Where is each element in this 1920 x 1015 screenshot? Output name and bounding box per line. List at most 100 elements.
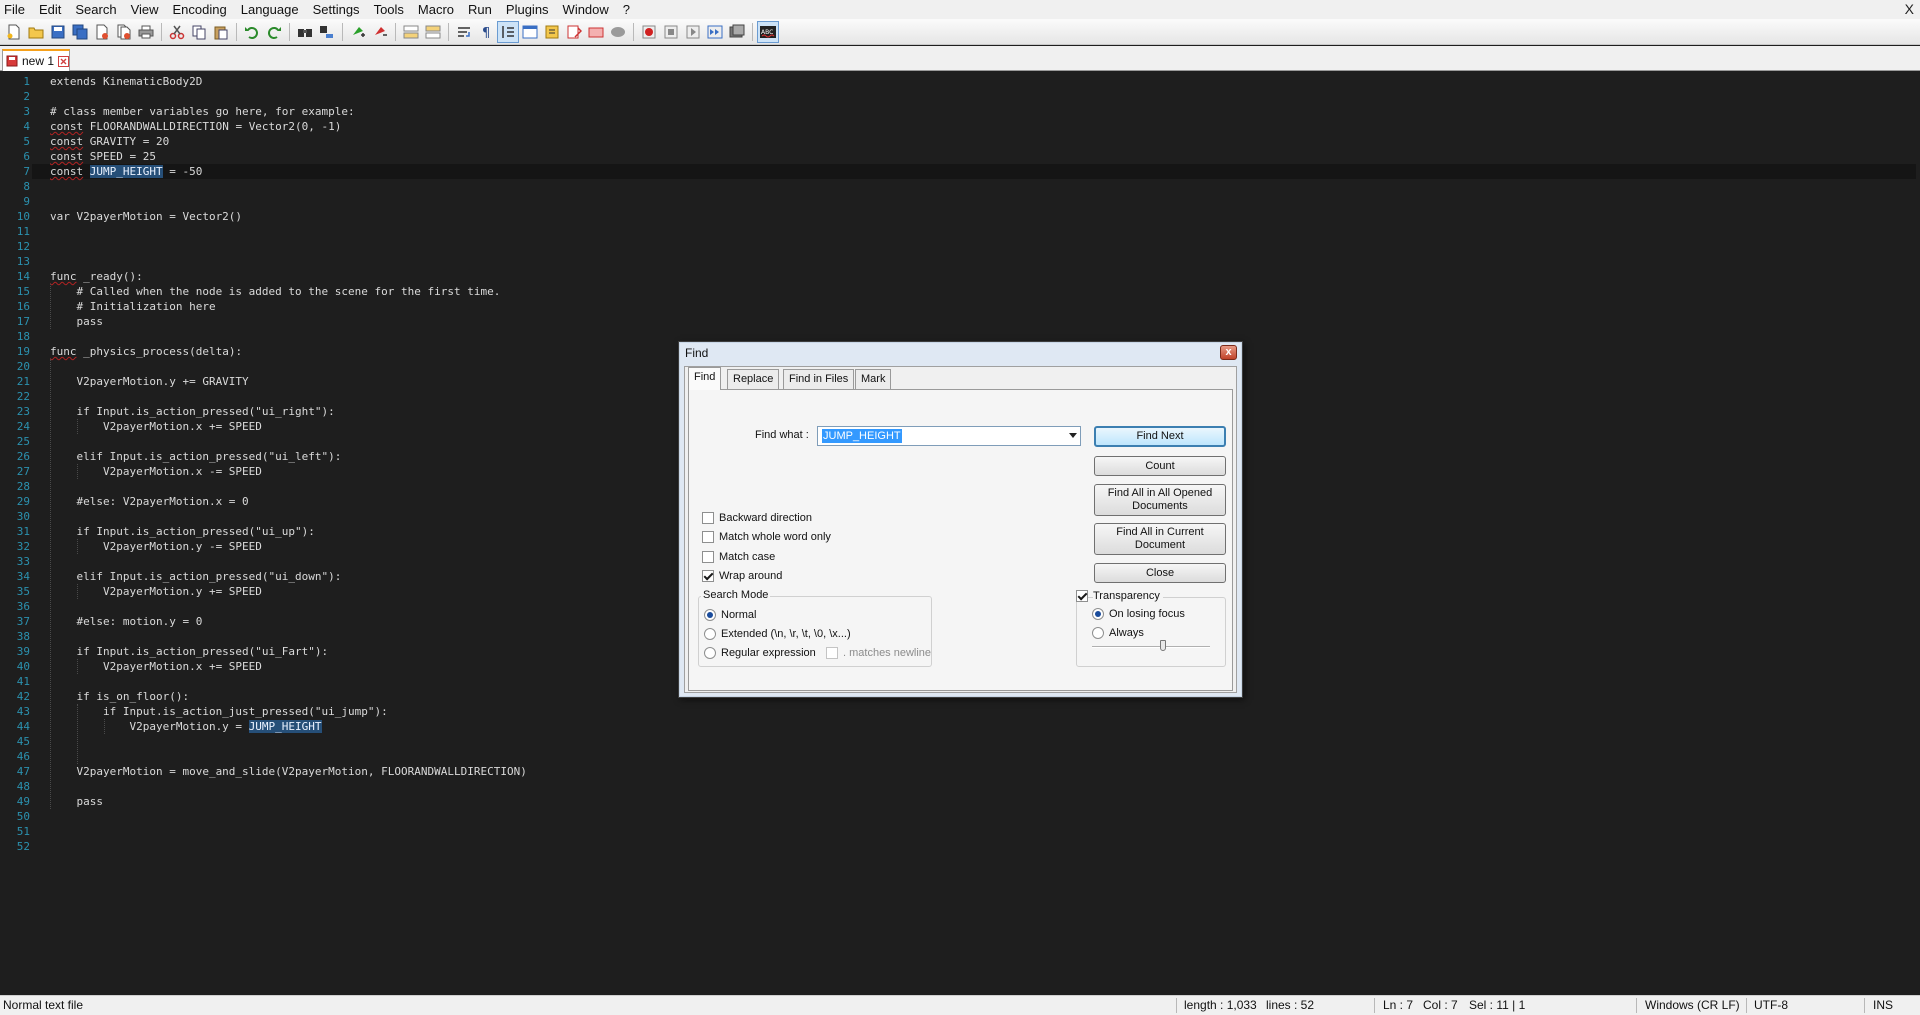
- lines-status: lines : 52: [1266, 998, 1315, 1012]
- sync-vertical-icon[interactable]: [400, 21, 422, 43]
- document-tab[interactable]: new 1: [2, 49, 70, 71]
- line-number: 14: [16, 270, 30, 283]
- indent-guide: [76, 659, 78, 674]
- show-all-chars-icon[interactable]: ¶: [475, 21, 497, 43]
- menu-file[interactable]: File: [0, 0, 32, 19]
- tab-find-in-files[interactable]: Find in Files: [783, 369, 855, 389]
- stop-macro-icon[interactable]: [660, 21, 682, 43]
- menu-plugins[interactable]: Plugins: [499, 0, 556, 19]
- line-number: 35: [16, 585, 30, 598]
- spell-check-icon[interactable]: ABC: [757, 20, 779, 43]
- document-tab-label: new 1: [22, 54, 55, 68]
- folder-workspace-icon[interactable]: [541, 21, 563, 43]
- code-line: if Input.is_action_pressed("ui_up"):: [50, 525, 315, 538]
- redo-icon[interactable]: [263, 21, 285, 43]
- always-radio[interactable]: [1092, 627, 1104, 639]
- match-whole-word-checkbox[interactable]: [702, 531, 714, 543]
- current-line-highlight: [32, 164, 1916, 179]
- code-line: # Initialization here: [50, 300, 216, 313]
- save-macro-icon[interactable]: [726, 21, 748, 43]
- insert-mode-status[interactable]: INS: [1873, 996, 1893, 1015]
- find-icon[interactable]: [294, 21, 316, 43]
- count-button[interactable]: Count: [1094, 456, 1226, 476]
- save-icon[interactable]: [47, 21, 69, 43]
- regex-radio[interactable]: [704, 647, 716, 659]
- menu-encoding[interactable]: Encoding: [166, 0, 234, 19]
- menu-search[interactable]: Search: [68, 0, 123, 19]
- find-what-label: Find what :: [755, 429, 809, 441]
- tab-replace[interactable]: Replace: [727, 369, 780, 389]
- word-wrap-icon[interactable]: [453, 21, 475, 43]
- find-next-button[interactable]: Find Next: [1094, 426, 1226, 447]
- transparency-slider-track[interactable]: [1092, 646, 1210, 648]
- undo-icon[interactable]: [241, 21, 263, 43]
- indent-guide: [103, 719, 105, 734]
- tab-mark[interactable]: Mark: [855, 369, 892, 389]
- print-icon[interactable]: [135, 21, 157, 43]
- cut-icon[interactable]: [166, 21, 188, 43]
- line-number: 50: [16, 810, 30, 823]
- zoom-in-icon[interactable]: [347, 21, 369, 43]
- close-document-icon[interactable]: X: [1905, 0, 1914, 18]
- line-number: 46: [16, 750, 30, 763]
- tab-close-icon[interactable]: [58, 55, 70, 67]
- menu-edit[interactable]: Edit: [32, 0, 68, 19]
- wrap-around-checkbox[interactable]: [702, 570, 714, 582]
- tab-find[interactable]: Find: [688, 367, 722, 390]
- menu-tools[interactable]: Tools: [367, 0, 411, 19]
- close-all-icon[interactable]: [113, 21, 135, 43]
- sync-horizontal-icon[interactable]: [422, 21, 444, 43]
- menu-language[interactable]: Language: [234, 0, 306, 19]
- line-number: 12: [16, 240, 30, 253]
- search-match-highlight: JUMP_HEIGHT: [89, 165, 163, 178]
- close-icon[interactable]: [91, 21, 113, 43]
- run-macro-multiple-icon[interactable]: [704, 21, 726, 43]
- menu-settings[interactable]: Settings: [306, 0, 367, 19]
- paste-icon[interactable]: [210, 21, 232, 43]
- normal-radio[interactable]: [704, 609, 716, 621]
- code-line: V2payerMotion.y += SPEED: [50, 585, 262, 598]
- extended-label: Extended (\n, \r, \t, \0, \x...): [721, 628, 851, 640]
- on-losing-focus-radio[interactable]: [1092, 608, 1104, 620]
- match-case-checkbox[interactable]: [702, 551, 714, 563]
- open-file-icon[interactable]: [25, 21, 47, 43]
- play-macro-icon[interactable]: [682, 21, 704, 43]
- eye-icon[interactable]: [607, 21, 629, 43]
- indent-guide-icon[interactable]: [497, 20, 519, 43]
- copy-icon[interactable]: [188, 21, 210, 43]
- record-macro-icon[interactable]: [638, 21, 660, 43]
- menu-window[interactable]: Window: [556, 0, 616, 19]
- encoding-status[interactable]: UTF-8: [1754, 996, 1788, 1015]
- monitoring-icon[interactable]: [585, 21, 607, 43]
- find-what-input[interactable]: JUMP_HEIGHT: [817, 426, 1081, 446]
- zoom-out-icon[interactable]: [369, 21, 391, 43]
- matches-newline-checkbox[interactable]: [826, 647, 838, 659]
- save-all-icon[interactable]: [69, 21, 91, 43]
- find-all-opened-button[interactable]: Find All in All Opened Documents: [1094, 484, 1226, 516]
- line-number: 41: [16, 675, 30, 688]
- new-file-icon[interactable]: [3, 21, 25, 43]
- backward-direction-checkbox[interactable]: [702, 512, 714, 524]
- spelling-underline: const: [50, 165, 84, 178]
- toolbar: ¶ ABC: [0, 19, 1920, 45]
- chevron-down-icon[interactable]: [1069, 433, 1077, 438]
- extended-radio[interactable]: [704, 628, 716, 640]
- find-all-current-button[interactable]: Find All in Current Document: [1094, 523, 1226, 555]
- code-line: #else: V2payerMotion.x = 0: [50, 495, 249, 508]
- spelling-underline: const: [50, 150, 84, 163]
- menu-macro[interactable]: Macro: [411, 0, 461, 19]
- menu-run[interactable]: Run: [461, 0, 499, 19]
- dialog-close-button[interactable]: x: [1220, 345, 1237, 360]
- close-button[interactable]: Close: [1094, 563, 1226, 583]
- replace-icon[interactable]: [316, 21, 338, 43]
- line-number: 15: [16, 285, 30, 298]
- function-list-icon[interactable]: [519, 21, 541, 43]
- menu-bar: File Edit Search View Encoding Language …: [0, 0, 1920, 19]
- transparency-slider-thumb[interactable]: [1160, 640, 1166, 651]
- column-position-status: Col : 7: [1423, 998, 1458, 1012]
- doc-map-icon[interactable]: [563, 21, 585, 43]
- menu-help[interactable]: ?: [616, 0, 637, 19]
- transparency-checkbox[interactable]: [1076, 590, 1088, 602]
- eol-format-status[interactable]: Windows (CR LF): [1645, 996, 1740, 1015]
- menu-view[interactable]: View: [124, 0, 166, 19]
